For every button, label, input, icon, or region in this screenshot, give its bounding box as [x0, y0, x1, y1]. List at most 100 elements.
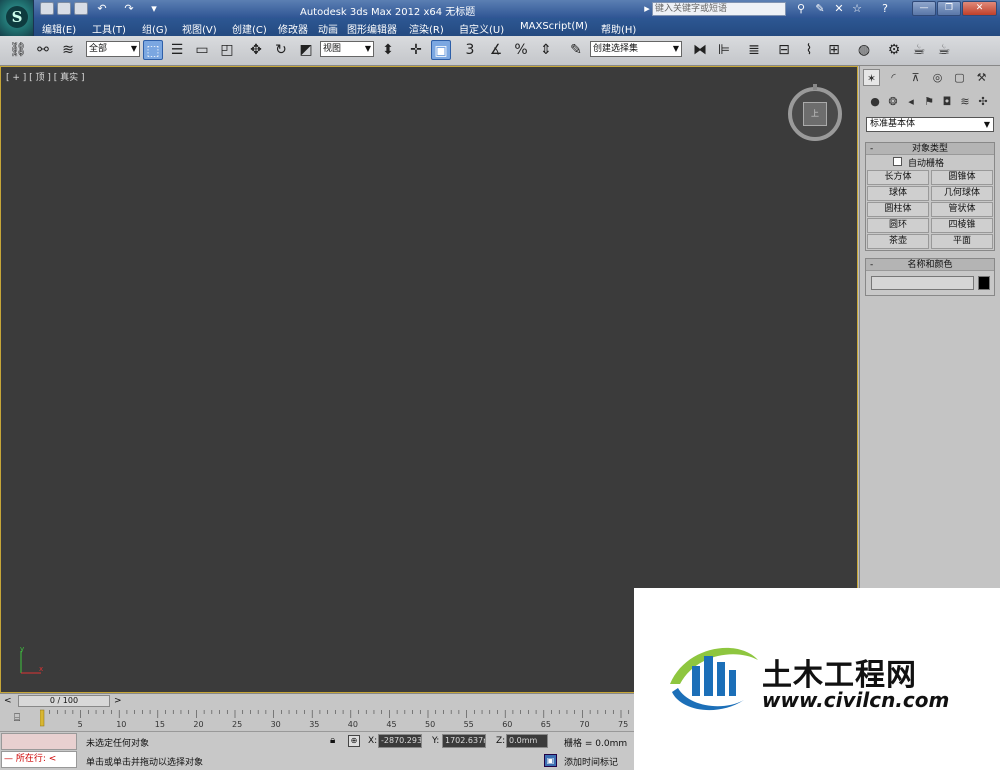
cone-button[interactable]: 圆锥体 [931, 170, 993, 185]
app-logo[interactable]: S [0, 0, 34, 36]
current-frame-marker[interactable] [40, 709, 45, 727]
hierarchy-tab-icon[interactable]: ⊼ [907, 69, 924, 86]
maxscript-line-field[interactable]: — 所在行: < [1, 751, 77, 768]
rendered-frame-icon[interactable]: ☕ [909, 40, 929, 60]
helpers-icon[interactable]: ◘ [939, 94, 955, 110]
bind-space-warp-icon[interactable]: ≋ [58, 40, 78, 60]
snaps-toggle-icon[interactable]: 3 [460, 40, 480, 60]
autogrid-checkbox[interactable] [893, 157, 902, 166]
geosphere-button[interactable]: 几何球体 [931, 186, 993, 201]
select-manipulate-icon[interactable]: ✛ [406, 40, 426, 60]
new-file-icon[interactable] [40, 2, 54, 15]
menu-customize[interactable]: 自定义(U) [459, 21, 504, 36]
space-warps-icon[interactable]: ≋ [957, 94, 973, 110]
cylinder-button[interactable]: 圆柱体 [867, 202, 929, 217]
shapes-icon[interactable]: ❂ [885, 94, 901, 110]
menu-graph-editors[interactable]: 图形编辑器 [347, 21, 397, 36]
curve-editor-icon[interactable]: ⌇ [799, 40, 819, 60]
selection-lock-icon[interactable]: 🔒︎ [330, 735, 335, 746]
undo-icon[interactable]: ↶ [95, 2, 109, 16]
layer-manager-icon[interactable]: ≣ [744, 40, 764, 60]
named-selection-dropdown[interactable]: 创建选择集 ▼ [590, 41, 682, 57]
window-crossing-icon[interactable]: ◰ [217, 40, 237, 60]
save-file-icon[interactable] [74, 2, 88, 15]
keyboard-shortcut-override-icon[interactable]: ▣ [431, 40, 451, 60]
schematic-view-icon[interactable]: ⊞ [824, 40, 844, 60]
search-input[interactable]: 键入关键字或短语 [652, 2, 786, 16]
tube-button[interactable]: 管状体 [931, 202, 993, 217]
maxscript-listener-mini[interactable] [1, 733, 77, 750]
scale-icon[interactable]: ◩ [296, 40, 316, 60]
render-production-icon[interactable]: ☕ [934, 40, 954, 60]
motion-tab-icon[interactable]: ◎ [929, 69, 946, 86]
menu-group[interactable]: 组(G) [142, 21, 168, 36]
object-name-field[interactable] [871, 276, 974, 290]
menu-views[interactable]: 视图(V) [182, 21, 217, 36]
select-object-icon[interactable]: ⬚ [143, 40, 163, 60]
communication-icon[interactable]: ✕ [832, 2, 846, 16]
viewcube-face[interactable]: 上 [803, 102, 827, 126]
menu-help[interactable]: 帮助(H) [601, 21, 636, 36]
sphere-button[interactable]: 球体 [867, 186, 929, 201]
favorites-star-icon[interactable]: ☆ [850, 2, 864, 16]
menu-edit[interactable]: 编辑(E) [42, 21, 76, 36]
menu-animation[interactable]: 动画 [318, 21, 338, 36]
display-tab-icon[interactable]: ▢ [951, 69, 968, 86]
create-tab-icon[interactable]: ✶ [863, 69, 880, 86]
object-category-dropdown[interactable]: 标准基本体 ▼ [866, 117, 994, 132]
angle-snap-icon[interactable]: ∡ [486, 40, 506, 60]
x-coordinate-field[interactable]: -2870.293 [378, 734, 422, 748]
modify-tab-icon[interactable]: ◜ [885, 69, 902, 86]
menu-create[interactable]: 创建(C) [232, 21, 267, 36]
torus-button[interactable]: 圆环 [867, 218, 929, 233]
move-icon[interactable]: ✥ [246, 40, 266, 60]
mirror-icon[interactable]: ⧓ [690, 40, 710, 60]
lights-icon[interactable]: ◂ [903, 94, 919, 110]
unlink-icon[interactable]: ⚯ [33, 40, 53, 60]
menu-modifiers[interactable]: 修改器 [278, 21, 308, 36]
rectangular-selection-icon[interactable]: ▭ [192, 40, 212, 60]
object-type-header[interactable]: - 对象类型 [866, 143, 994, 155]
help-icon[interactable]: ? [878, 2, 892, 16]
menu-tools[interactable]: 工具(T) [92, 21, 126, 36]
selection-filter-dropdown[interactable]: 全部 ▼ [86, 41, 140, 57]
utilities-tab-icon[interactable]: ⚒ [973, 69, 990, 86]
link-icon[interactable]: ⛓ [8, 40, 28, 60]
object-color-swatch[interactable] [978, 276, 990, 290]
graphite-ribbon-icon[interactable]: ⊟ [774, 40, 794, 60]
name-color-header[interactable]: - 名称和颜色 [866, 259, 994, 271]
teapot-button[interactable]: 茶壶 [867, 234, 929, 249]
cameras-icon[interactable]: ⚑ [921, 94, 937, 110]
mini-curve-editor-icon[interactable]: ⌸ [8, 711, 26, 725]
pivot-center-icon[interactable]: ⬍ [378, 40, 398, 60]
time-slider-thumb[interactable]: 0 / 100 [18, 695, 110, 707]
track-ruler[interactable]: 5 10 15 20 25 30 35 40 45 50 55 60 65 70 75 [40, 708, 640, 731]
pyramid-button[interactable]: 四棱锥 [931, 218, 993, 233]
render-setup-icon[interactable]: ⚙ [884, 40, 904, 60]
systems-icon[interactable]: ✣ [975, 94, 991, 110]
percent-snap-icon[interactable]: % [511, 40, 531, 60]
viewport-label[interactable]: [ + ] [ 顶 ] [ 真实 ] [6, 70, 85, 83]
z-coordinate-field[interactable]: 0.0mm [506, 734, 548, 748]
viewcube[interactable]: 上 [788, 84, 842, 141]
align-icon[interactable]: ⊫ [714, 40, 734, 60]
spinner-snap-icon[interactable]: ⇕ [536, 40, 556, 60]
next-frame-button[interactable]: > [114, 696, 122, 706]
open-file-icon[interactable] [57, 2, 71, 15]
restore-button[interactable]: ❐ [937, 1, 961, 16]
wrench-icon[interactable]: ✎ [813, 2, 827, 16]
geometry-icon[interactable]: ● [867, 94, 883, 110]
reference-coordinate-dropdown[interactable]: 视图 ▼ [320, 41, 374, 57]
time-tag-icon[interactable]: ▣ [544, 754, 557, 767]
y-coordinate-field[interactable]: 1702.637m [442, 734, 486, 748]
menu-maxscript[interactable]: MAXScript(M) [520, 21, 588, 32]
minimize-button[interactable]: — [912, 1, 936, 16]
redo-icon[interactable]: ↷ [122, 2, 136, 16]
add-time-tag-label[interactable]: 添加时间标记 [564, 755, 618, 768]
menu-rendering[interactable]: 渲染(R) [409, 21, 444, 36]
rotate-icon[interactable]: ↻ [271, 40, 291, 60]
plane-button[interactable]: 平面 [931, 234, 993, 249]
select-by-name-icon[interactable]: ☰ [167, 40, 187, 60]
binoculars-icon[interactable]: ⚲ [794, 2, 808, 16]
prev-frame-button[interactable]: < [4, 696, 12, 706]
